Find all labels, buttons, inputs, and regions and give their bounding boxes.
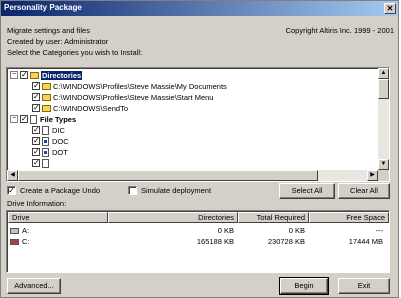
tree-node-sendto[interactable]: ✓ C:\WINDOWS\SendTo (32, 103, 128, 113)
tree-node-label: DOC (52, 136, 69, 146)
title-bar[interactable]: Personality Package ✕ (1, 1, 398, 16)
tree-node-directories[interactable]: − ✓ Directories (10, 70, 83, 80)
tree-node-label: C:\WINDOWS\Profiles\Steve Massie\Start M… (53, 92, 214, 102)
folder-icon (30, 71, 39, 79)
horizontal-scroll-thumb[interactable] (18, 170, 318, 181)
directories-cell: 0 KB (217, 226, 234, 235)
floppy-drive-icon (10, 228, 19, 234)
column-header-free-space[interactable]: Free Space (309, 212, 389, 223)
tree-node-label: Directories (41, 70, 83, 80)
tree-node-label: DIC (52, 125, 65, 135)
column-header-directories[interactable]: Directories (108, 212, 238, 223)
begin-button[interactable]: Begin (279, 277, 329, 295)
tree-checkbox[interactable]: ✓ (32, 137, 40, 145)
tree-vertical-scrollbar[interactable]: ▲ ▼ (378, 68, 389, 170)
file-icon (42, 158, 49, 168)
scroll-down-arrow-icon[interactable]: ▼ (378, 159, 389, 170)
drive-information-label: Drive Information: (7, 199, 67, 208)
copyright-text: Copyright Altiris Inc. 1999 - 2001 (285, 26, 394, 35)
tree-node-label: C:\WINDOWS\Profiles\Steve Massie\My Docu… (53, 81, 227, 91)
advanced-button[interactable]: Advanced... (7, 278, 61, 294)
free-space-cell: --- (375, 226, 384, 235)
tree-node-label: DOT (52, 147, 68, 157)
tree-node-my-documents[interactable]: ✓ C:\WINDOWS\Profiles\Steve Massie\My Do… (32, 81, 227, 91)
drive-cell[interactable]: A: (22, 226, 29, 235)
word-document-icon (42, 136, 49, 146)
tree-node-dot[interactable]: ✓ DOT (32, 147, 68, 157)
column-header-total-required[interactable]: Total Required (238, 212, 309, 223)
vertical-scroll-thumb[interactable] (378, 79, 389, 99)
tree-checkbox[interactable]: ✓ (32, 159, 40, 167)
folder-icon (42, 93, 51, 101)
column-header-drive[interactable]: Drive (8, 212, 108, 223)
file-icon (42, 125, 49, 135)
tree-checkbox[interactable]: ✓ (20, 71, 28, 79)
window-title: Personality Package (4, 3, 82, 12)
drive-cell[interactable]: C: (22, 237, 30, 246)
exit-button[interactable]: Exit (338, 278, 390, 294)
tree-checkbox[interactable]: ✓ (20, 115, 28, 123)
tree-node-partial[interactable]: ✓ (32, 158, 52, 168)
tree-node-doc[interactable]: ✓ DOC (32, 136, 69, 146)
tree-node-label: C:\WINDOWS\SendTo (53, 103, 129, 113)
directories-cell: 165188 KB (196, 237, 234, 246)
tree-horizontal-scrollbar[interactable]: ◀ ▶ (7, 170, 378, 181)
select-all-button[interactable]: Select All (279, 183, 335, 199)
collapse-icon[interactable]: − (10, 71, 18, 79)
file-icon (30, 114, 37, 124)
tree-checkbox[interactable]: ✓ (32, 93, 40, 101)
clear-all-button[interactable]: Clear All (338, 183, 390, 199)
close-button[interactable]: ✕ (384, 3, 396, 14)
tree-checkbox[interactable]: ✓ (32, 82, 40, 90)
hard-drive-icon (10, 239, 19, 245)
create-undo-label[interactable]: Create a Package Undo (20, 186, 100, 195)
scroll-right-arrow-icon[interactable]: ▶ (367, 170, 378, 181)
simulate-deployment-label[interactable]: Simulate deployment (141, 186, 211, 195)
personality-package-dialog: Personality Package ✕ Migrate settings a… (0, 0, 399, 298)
tree-checkbox[interactable]: ✓ (32, 104, 40, 112)
scroll-left-arrow-icon[interactable]: ◀ (7, 170, 18, 181)
drive-information-list[interactable]: Drive Directories Total Required Free Sp… (6, 210, 390, 273)
category-tree[interactable]: − ✓ Directories ✓ C:\WINDOWS\Profiles\St… (6, 67, 390, 182)
tree-node-file-types[interactable]: − ✓ File Types (10, 114, 76, 124)
tree-checkbox[interactable]: ✓ (32, 148, 40, 156)
tree-node-dic[interactable]: ✓ DIC (32, 125, 65, 135)
create-undo-checkbox[interactable]: ✓ (7, 186, 16, 195)
folder-icon (42, 104, 51, 112)
folder-icon (42, 82, 51, 90)
total-required-cell: 230728 KB (267, 237, 305, 246)
word-template-icon (42, 147, 49, 157)
tree-node-start-menu[interactable]: ✓ C:\WINDOWS\Profiles\Steve Massie\Start… (32, 92, 213, 102)
free-space-cell: 17444 MB (348, 237, 383, 246)
scrollbar-corner (378, 170, 389, 181)
tree-checkbox[interactable]: ✓ (32, 126, 40, 134)
scroll-up-arrow-icon[interactable]: ▲ (378, 68, 389, 79)
select-categories-label: Select the Categories you wish to Instal… (7, 48, 143, 57)
simulate-deployment-checkbox[interactable] (128, 186, 137, 195)
description-text: Migrate settings and files (7, 26, 90, 35)
created-by-text: Created by user: Administrator (7, 37, 109, 46)
collapse-icon[interactable]: − (10, 115, 18, 123)
tree-node-label: File Types (40, 114, 77, 124)
total-required-cell: 0 KB (288, 226, 305, 235)
